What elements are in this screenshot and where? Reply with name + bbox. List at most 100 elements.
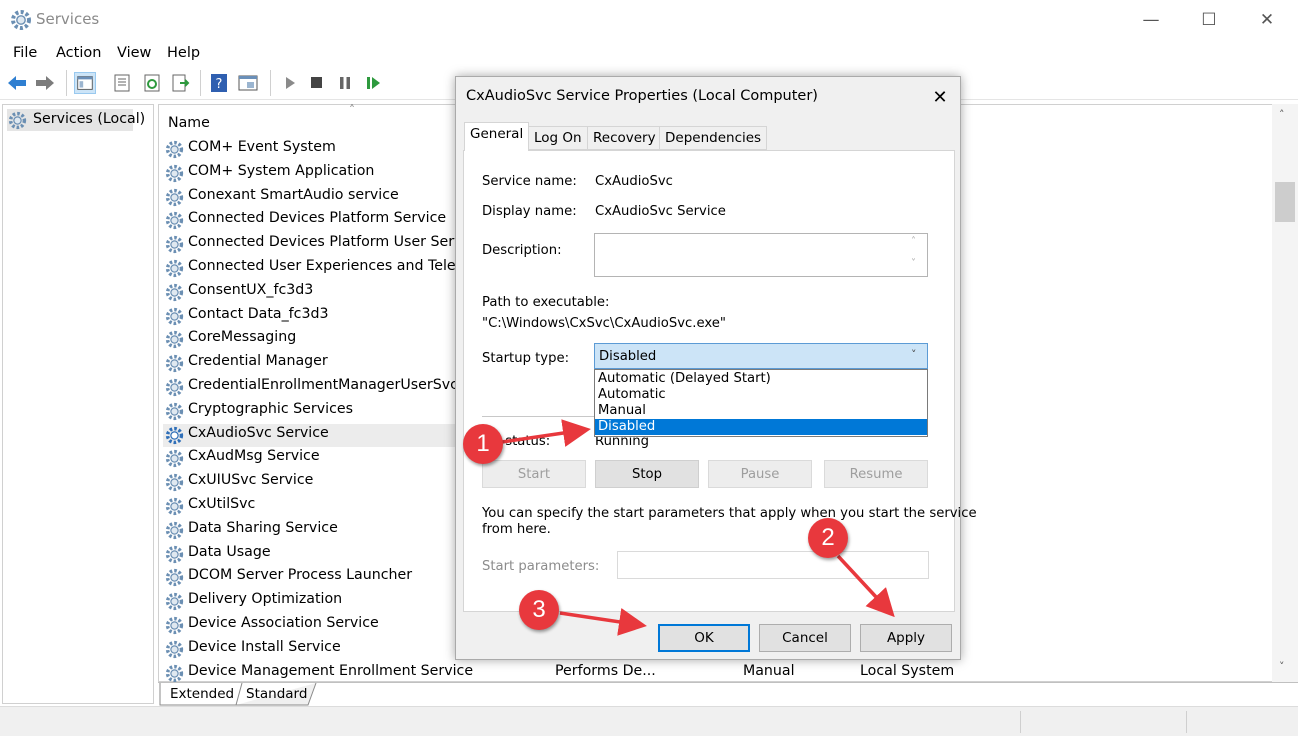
service-gear-icon [165,259,184,278]
option-disabled[interactable]: Disabled [595,419,927,435]
apply-button[interactable]: Apply [860,624,952,652]
service-name: Connected Devices Platform User Service_ [188,234,491,251]
menu-action[interactable]: Action [56,45,101,61]
play-icon[interactable] [279,72,301,94]
service-gear-icon [165,236,184,254]
help-icon[interactable]: ? [208,72,230,94]
refresh-icon[interactable] [141,72,163,94]
option-manual[interactable]: Manual [595,403,927,419]
option-automatic[interactable]: Automatic [595,387,927,403]
service-name: Connected Devices Platform Service [188,210,447,227]
service-name-label: Service name: [482,174,577,189]
service-gear-icon [165,307,184,325]
service-name: CxAudMsg Service [188,448,320,465]
pause-icon[interactable] [334,72,356,94]
service-name-value: CxAudioSvc [595,174,673,189]
table-row[interactable]: CxAudioSvc Service [163,423,463,447]
toolbar-separator [200,70,201,96]
scrollbar-thumb[interactable] [1275,182,1295,222]
service-name: CoreMessaging [188,329,297,346]
close-window-button[interactable]: ✕ [1238,0,1296,40]
service-gear-icon [165,569,184,587]
forward-icon[interactable] [34,72,56,94]
service-name: Credential Manager [188,353,328,370]
tab-log-on[interactable]: Log On [528,126,588,150]
sort-arrow-icon: ˄ [349,103,355,117]
resume-icon[interactable] [362,72,384,94]
stop-icon[interactable] [306,72,328,94]
scroll-down-icon[interactable]: ˅ [911,258,916,269]
minimize-button[interactable]: — [1122,0,1180,40]
status-divider [1020,711,1021,733]
service-name: Connected User Experiences and Telemetr [188,258,490,274]
tab-recovery[interactable]: Recovery [587,126,662,150]
resume-button[interactable]: Resume [824,460,928,488]
menu-view[interactable]: View [117,45,151,61]
start-params-hint-line1: You can specify the start parameters tha… [482,506,977,521]
option-automatic-delayed[interactable]: Automatic (Delayed Start) [595,371,927,387]
scroll-up-icon[interactable]: ˄ [1279,108,1285,121]
row-description: Performs De... [555,663,656,679]
annotation-badge-1: 1 [463,424,503,464]
service-gear-icon [165,402,184,420]
back-icon[interactable] [6,72,28,94]
dialog-close-button[interactable]: ✕ [924,81,956,113]
startup-type-select[interactable]: Disabled ˅ [594,343,928,369]
service-name: Cryptographic Services [188,400,353,417]
scroll-up-icon[interactable]: ˄ [911,236,916,247]
properties-dialog: CxAudioSvc Service Properties (Local Com… [455,76,977,660]
service-gear-icon [165,212,184,230]
pause-button[interactable]: Pause [708,460,812,488]
toolbar-separator [66,70,67,96]
console-tree-icon[interactable] [74,72,96,94]
ok-button[interactable]: OK [658,624,750,652]
start-button[interactable]: Start [482,460,586,488]
status-bar [0,706,1298,736]
service-name: Device Install Service [188,638,341,655]
menu-file[interactable]: File [13,45,37,61]
tree-item-services-local[interactable]: Services (Local) [7,109,145,131]
title-bar: Services — ☐ ✕ [0,0,1298,40]
service-name: Conexant SmartAudio service [188,186,399,203]
service-name: Device Association Service [188,615,379,631]
cancel-button[interactable]: Cancel [759,624,851,652]
service-gear-icon [165,164,184,182]
row-startup-type: Manual [743,663,795,679]
dialog-title: CxAudioSvc Service Properties (Local Com… [466,88,818,104]
scroll-down-icon[interactable]: ˅ [1279,660,1285,673]
service-name: CredentialEnrollmentManagerUserSvc_fc3 [188,377,487,393]
service-name: Device Management Enrollment Service [188,662,474,679]
tab-dependencies[interactable]: Dependencies [659,126,768,150]
export-icon[interactable] [170,72,192,94]
service-name: Data Sharing Service [188,519,338,536]
console-tree: Services (Local) [2,104,154,704]
row-log-on-as: Local System [860,663,955,679]
status-divider [1186,711,1187,733]
annotation-badge-2: 2 [808,518,848,558]
service-name: CxUIUSvc Service [188,472,314,489]
properties-icon[interactable] [111,72,133,94]
service-name: Contact Data_fc3d3 [188,305,329,322]
service-gear-icon [165,640,184,658]
tab-standard[interactable]: Standard [246,686,307,702]
mmc-icon[interactable] [237,72,259,94]
start-params-hint-line2: from here. [482,522,551,537]
service-gear-icon [165,521,184,539]
services-gear-icon [8,111,27,130]
tab-extended[interactable]: Extended [170,686,234,702]
services-gear-icon [11,10,31,30]
tree-item-label: Services (Local) [33,111,146,127]
service-name: CxUtilSvc [188,496,256,512]
start-params-input[interactable] [617,551,929,579]
maximize-button[interactable]: ☐ [1180,0,1238,40]
service-gear-icon [165,593,184,611]
window-title: Services [36,10,100,28]
service-gear-icon [165,188,184,206]
description-textbox[interactable]: ˄ ˅ [594,233,928,277]
stop-button[interactable]: Stop [595,460,699,488]
menu-help[interactable]: Help [167,45,200,61]
tab-general[interactable]: General [464,122,530,151]
column-header-name[interactable]: Name [168,115,210,131]
service-gear-icon [165,664,184,682]
service-name: DCOM Server Process Launcher [188,567,413,584]
